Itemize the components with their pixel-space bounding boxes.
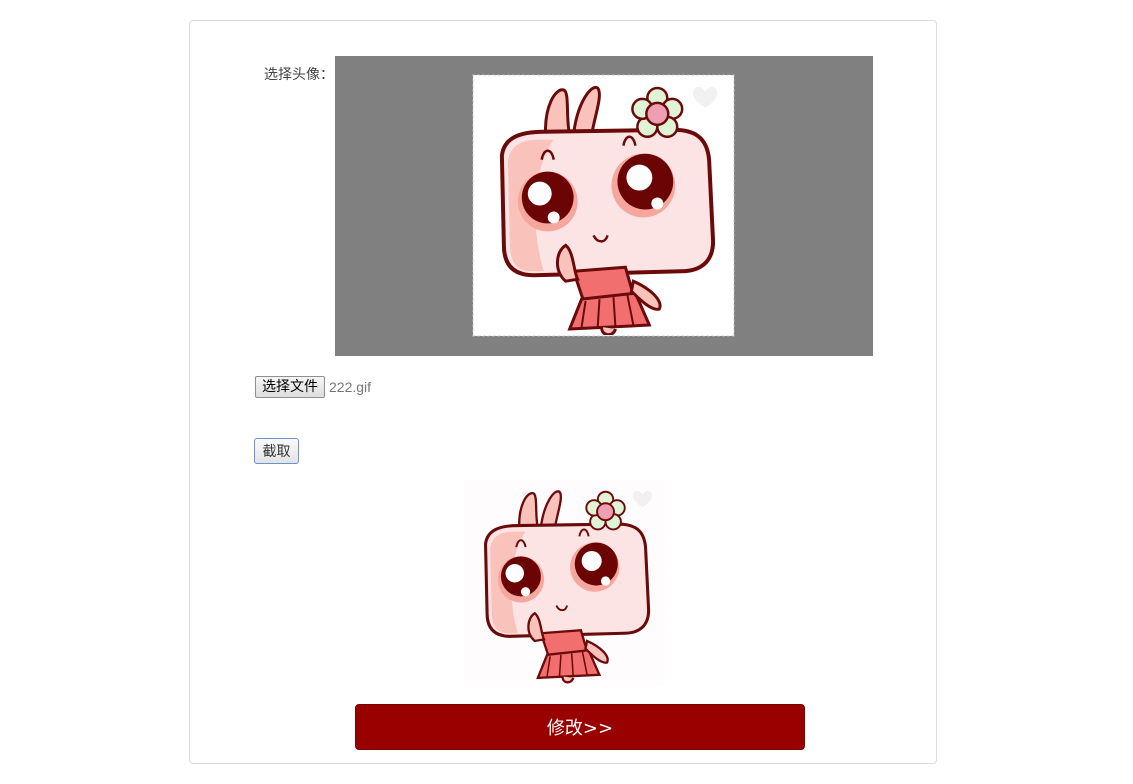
crop-selection-box[interactable] xyxy=(472,74,735,337)
avatar-label: 选择头像： xyxy=(264,67,334,83)
choose-file-button[interactable]: 选择文件 xyxy=(255,376,325,398)
submit-modify-button[interactable]: 修改>> xyxy=(355,704,805,750)
crop-area[interactable] xyxy=(335,56,873,356)
cartoon-avatar-icon xyxy=(474,76,733,335)
selected-file-name: 222.gif xyxy=(329,379,372,395)
file-upload-row: 选择文件 222.gif xyxy=(255,376,371,398)
cartoon-avatar-preview-icon xyxy=(464,480,664,685)
avatar-preview xyxy=(464,480,664,685)
crop-button[interactable]: 截取 xyxy=(254,438,299,464)
